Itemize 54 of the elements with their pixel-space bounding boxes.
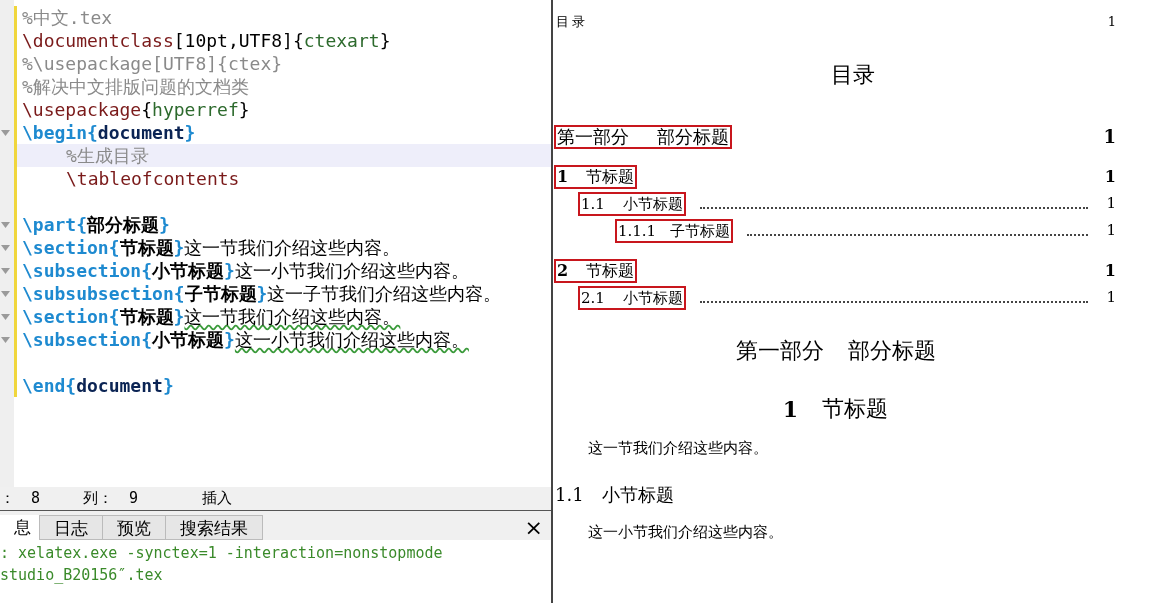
close-button[interactable]: × (524, 516, 543, 539)
code-line: \end{document} (21, 374, 175, 397)
code-line: %\usepackage[UTF8]{ctex} (21, 52, 284, 75)
body-paragraph: 这一小节我们介绍这些内容。 (587, 521, 784, 542)
code-line: %解决中文排版问题的文档类 (21, 75, 250, 98)
code-line: \section{节标题}这一节我们介绍这些内容。 (21, 305, 402, 328)
column-label: 列： (83, 488, 114, 510)
part-heading: 第一部分 部分标题 (735, 336, 936, 365)
toc-page-number: 1 (1102, 125, 1116, 149)
fold-triangle-icon[interactable] (1, 290, 10, 297)
running-header-title: 目录 (556, 13, 588, 31)
code-line: \subsection{小节标题}这一小节我们介绍这些内容。 (21, 328, 470, 351)
toc-link[interactable]: 1.1.1 子节标题 (615, 218, 734, 243)
row-number: 8 (31, 488, 41, 510)
body-paragraph: 这一节我们介绍这些内容。 (587, 437, 769, 458)
current-line-highlight: %生成目录 (17, 144, 551, 167)
fold-triangle-icon[interactable] (1, 313, 10, 320)
toc-title: 目录 (829, 60, 875, 89)
code-line: \subsection{小节标题}这一小节我们介绍这些内容。 (21, 259, 470, 282)
code-line: \tableofcontents (65, 167, 241, 190)
fold-triangle-icon[interactable] (1, 267, 10, 274)
section-heading: 1 节标题 (782, 394, 889, 424)
toc-page-number: 1 (1105, 287, 1116, 309)
toc-link[interactable]: 1.1 小节标题 (578, 191, 686, 216)
fold-triangle-icon[interactable] (1, 221, 10, 228)
fold-triangle-icon[interactable] (1, 244, 10, 251)
code-line: \begin{document} (21, 121, 197, 144)
toc-page-number: 1 (1105, 193, 1116, 215)
toc-page-number: 1 (1105, 220, 1116, 242)
insert-mode: 插入 (202, 488, 233, 510)
code-line: \subsubsection{子节标题}这一子节我们介绍这些内容。 (21, 282, 503, 305)
column-number: 9 (129, 488, 139, 510)
output-tab[interactable]: 日志 (40, 515, 103, 540)
code-line: \usepackage{hyperref} (21, 98, 251, 121)
toc-page-number: 1 (1103, 259, 1116, 282)
toc-link[interactable]: 第一部分 部分标题 (554, 124, 732, 149)
output-tab[interactable]: 预览 (103, 515, 166, 540)
output-tab[interactable]: 搜索结果 (166, 515, 263, 540)
toc-link[interactable]: 2.1 小节标题 (578, 285, 686, 310)
code-line: %中文.tex (21, 6, 114, 29)
toc-page-number: 1 (1103, 165, 1116, 188)
running-header-page: 1 (1107, 13, 1116, 31)
subsection-heading: 1.1 小节标题 (555, 482, 675, 507)
toc-link[interactable]: 2 节标题 (554, 258, 638, 283)
fold-triangle-icon[interactable] (1, 129, 10, 136)
fold-triangle-icon[interactable] (1, 336, 10, 343)
toc-link[interactable]: 1 节标题 (554, 164, 638, 189)
code-line: \section{节标题}这一节我们介绍这些内容。 (21, 236, 402, 259)
output-tab[interactable]: 息 (0, 515, 40, 540)
log-line: studio_B20156″.tex (0, 565, 164, 586)
log-line: : xelatex.exe -synctex=1 -interaction=nonstopmode (0, 543, 444, 564)
row-label: ： (0, 488, 15, 510)
code-line: \part{部分标题} (21, 213, 171, 236)
code-line: \documentclass[10pt,UTF8]{ctexart} (21, 29, 392, 52)
